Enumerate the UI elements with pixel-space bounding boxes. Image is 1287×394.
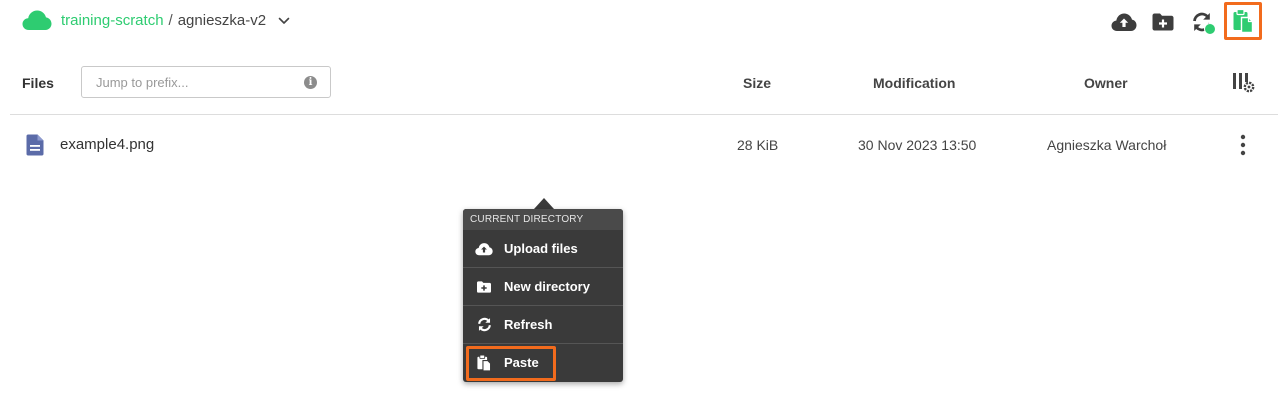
- clipboard-paste-icon: [475, 354, 493, 372]
- new-directory-button[interactable]: [1149, 8, 1177, 36]
- file-size: 28 KiB: [737, 137, 779, 153]
- prefix-search-input[interactable]: [81, 66, 331, 98]
- upload-button[interactable]: [1110, 8, 1138, 36]
- menu-item-label: Refresh: [504, 317, 553, 332]
- folder-plus-icon: [475, 278, 493, 296]
- table-row[interactable]: example4.png 28 KiB 30 Nov 2023 13:50 Ag…: [10, 116, 1278, 174]
- more-options-icon[interactable]: [1231, 133, 1255, 157]
- size-column-header[interactable]: Size: [743, 75, 771, 91]
- file-icon: [26, 134, 44, 156]
- cloud-upload-icon: [1111, 13, 1137, 31]
- menu-item-new-directory[interactable]: New directory: [463, 268, 623, 306]
- menu-item-paste[interactable]: Paste: [463, 344, 623, 381]
- breadcrumb-folder: agnieszka-v2: [177, 12, 267, 29]
- refresh-button[interactable]: [1188, 8, 1216, 36]
- breadcrumb-bucket-link[interactable]: training-scratch: [61, 12, 164, 29]
- file-name-link[interactable]: example4.png: [60, 136, 154, 153]
- cloud-icon: [22, 10, 52, 30]
- files-column-header: Files: [22, 75, 54, 91]
- folder-plus-icon: [1152, 13, 1174, 31]
- refresh-icon: [475, 316, 493, 334]
- column-settings-icon[interactable]: [1232, 71, 1258, 93]
- owner-column-header[interactable]: Owner: [1084, 75, 1128, 91]
- paste-button[interactable]: [1224, 2, 1262, 40]
- menu-item-label: New directory: [504, 279, 590, 294]
- menu-item-upload-files[interactable]: Upload files: [463, 230, 623, 268]
- context-menu: CURRENT DIRECTORY Upload files New direc…: [463, 209, 623, 382]
- cloud-upload-icon: [475, 240, 493, 258]
- clipboard-paste-icon: [1233, 8, 1254, 34]
- table-header: Files i Size Modification Owner: [10, 62, 1278, 115]
- info-icon[interactable]: i: [304, 76, 317, 89]
- modification-column-header[interactable]: Modification: [873, 75, 955, 91]
- menu-item-refresh[interactable]: Refresh: [463, 306, 623, 344]
- chevron-down-icon[interactable]: [278, 15, 290, 27]
- status-indicator-dot: [1204, 23, 1216, 35]
- file-owner: Agnieszka Warchoł: [1047, 137, 1167, 153]
- context-menu-section-title: CURRENT DIRECTORY: [463, 209, 623, 230]
- menu-item-label: Paste: [504, 355, 539, 370]
- file-modified: 30 Nov 2023 13:50: [858, 137, 977, 153]
- context-menu-arrow: [534, 198, 554, 209]
- menu-item-label: Upload files: [504, 241, 578, 256]
- breadcrumb: training-scratch / agnieszka-v2: [61, 11, 290, 31]
- breadcrumb-separator: /: [168, 12, 173, 29]
- top-bar: training-scratch / agnieszka-v2: [0, 0, 1287, 44]
